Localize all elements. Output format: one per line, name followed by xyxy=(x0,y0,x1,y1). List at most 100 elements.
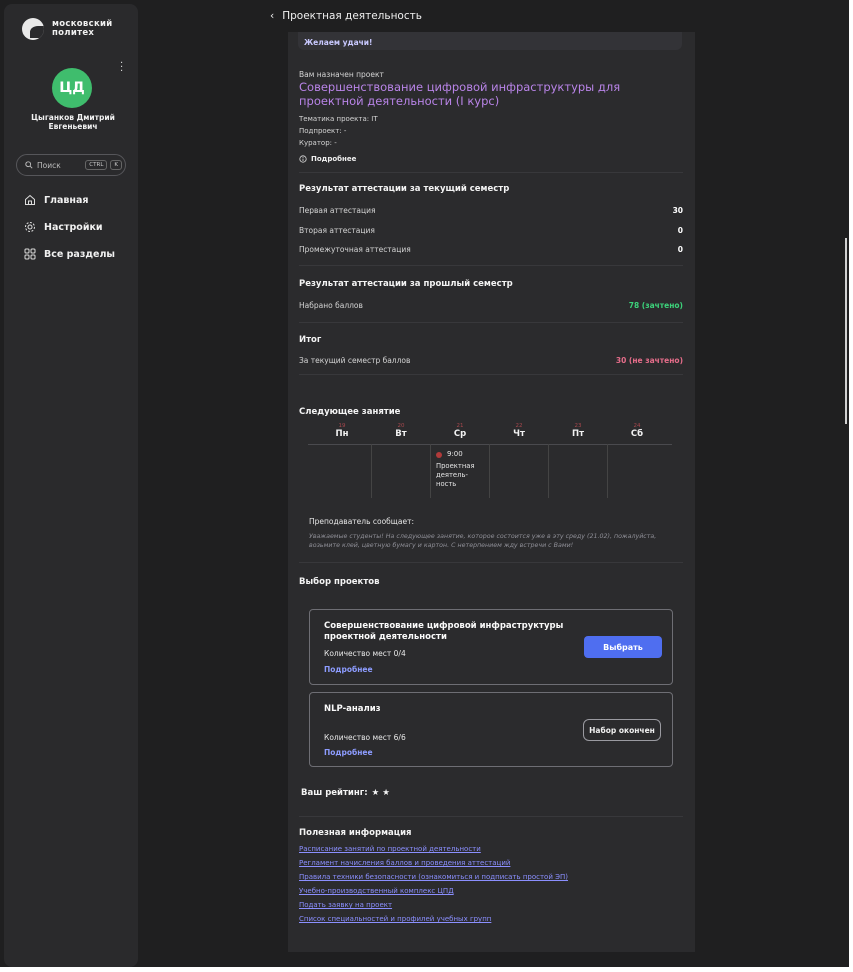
row-value: 0 xyxy=(677,226,683,235)
project-card-more-link[interactable]: Подробнее xyxy=(324,665,373,674)
calendar-event[interactable]: 9:00 Проектная деятель- ность xyxy=(436,450,475,489)
calendar-header-line xyxy=(308,444,672,445)
project-card-more-link[interactable]: Подробнее xyxy=(324,748,373,757)
search-icon xyxy=(25,161,33,169)
project-card-title: Совершенствование цифровой инфраструктур… xyxy=(324,621,564,642)
day-saturday[interactable]: 24 Сб xyxy=(607,423,667,439)
user-name-line-1: Цыганков Дмитрий xyxy=(31,113,115,122)
brand-name: московский политех xyxy=(52,20,113,38)
divider xyxy=(299,816,683,817)
project-curator: Куратор: - xyxy=(299,139,337,147)
project-more-link[interactable]: Подробнее xyxy=(299,155,356,163)
teacher-message-text: Уважаемые студенты! На следующее занятие… xyxy=(309,533,657,549)
rating-label: Ваш рейтинг: xyxy=(301,788,368,798)
divider xyxy=(299,172,683,173)
row-value: 0 xyxy=(677,245,683,254)
shortcut-ctrl: CTRL xyxy=(85,160,108,170)
calendar-grid-line xyxy=(607,444,608,498)
info-banner: Желаем удачи! xyxy=(298,32,682,50)
grid-icon xyxy=(24,248,36,260)
brand-logo[interactable]: московский политех xyxy=(22,18,113,40)
project-title: Совершенствование цифровой инфраструктур… xyxy=(299,80,621,108)
day-monday[interactable]: 19 Пн xyxy=(312,423,372,439)
more-label: Подробнее xyxy=(311,155,357,163)
sidebar-item-label: Все разделы xyxy=(44,248,116,260)
project-card-title: NLP-анализ xyxy=(324,704,381,714)
select-project-button[interactable]: Выбрать xyxy=(584,636,662,658)
useful-link-regulations[interactable]: Регламент начисления баллов и проведения… xyxy=(299,859,510,867)
gear-icon xyxy=(25,222,35,232)
divider xyxy=(299,562,683,563)
assigned-label: Вам назначен проект xyxy=(299,70,384,79)
status-pass: 78 (зачтено) xyxy=(628,301,683,310)
day-name: Пн xyxy=(335,429,349,439)
current-semester-title: Результат аттестации за текущий семестр xyxy=(299,184,510,194)
event-title-line-2: деятель- xyxy=(436,471,468,479)
attestation-row-intermediate: Промежуточная аттестация 0 xyxy=(299,245,683,254)
more-options-icon[interactable]: · · · xyxy=(120,59,123,77)
attestation-row-first: Первая аттестация 30 xyxy=(299,206,683,215)
day-wednesday[interactable]: 21 Ср xyxy=(430,423,490,439)
day-friday[interactable]: 23 Пт xyxy=(548,423,608,439)
day-thursday[interactable]: 22 Чт xyxy=(489,423,549,439)
project-card: NLP-анализ Количество мест 6/6 Подробнее… xyxy=(309,692,673,767)
app-window: московский политех · · · ЦД Цыганков Дмитр… xyxy=(0,0,849,967)
row-label: Вторая аттестация xyxy=(299,226,375,235)
day-name: Чт xyxy=(513,429,525,439)
sidebar-item-label: Настройки xyxy=(44,221,103,233)
useful-link-specialties[interactable]: Список специальностей и профилей учебных… xyxy=(299,915,491,923)
next-class-title: Следующее занятие xyxy=(299,407,401,417)
useful-link-safety[interactable]: Правила техники безопасности (ознакомить… xyxy=(299,873,568,881)
row-value: 30 xyxy=(672,206,683,215)
calendar-grid-line xyxy=(489,444,490,498)
total-score-row: За текущий семестр баллов 30 (не зачтено) xyxy=(299,356,683,365)
calendar-grid-line xyxy=(548,444,549,498)
divider xyxy=(299,322,683,323)
user-name: Цыганков Дмитрий Евгеньевич xyxy=(14,113,132,131)
row-label: Промежуточная аттестация xyxy=(299,245,411,254)
projects-title: Выбор проектов xyxy=(299,577,380,587)
logo-icon xyxy=(22,18,44,40)
day-name: Вт xyxy=(395,429,407,439)
row-label: Первая аттестация xyxy=(299,206,376,215)
project-card-seats: Количество мест 0/4 xyxy=(324,649,406,658)
sidebar: московский политех · · · ЦД Цыганков Дмитр… xyxy=(4,4,138,967)
main-panel: Желаем удачи! Вам назначен проект Соверш… xyxy=(288,32,695,952)
info-icon xyxy=(299,155,307,163)
teacher-message-title: Преподаватель сообщает: xyxy=(309,517,414,526)
calendar-grid-line xyxy=(371,444,372,498)
useful-link-schedule[interactable]: Расписание занятий по проектной деятельн… xyxy=(299,845,481,853)
rating-stars: ★ ★ xyxy=(371,788,390,798)
sidebar-item-all-sections[interactable]: Все разделы xyxy=(24,248,115,260)
search-input[interactable]: Поиск CTRL K xyxy=(16,154,126,176)
project-card-seats: Количество мест 6/6 xyxy=(324,733,406,742)
home-icon xyxy=(25,194,35,205)
useful-link-apply[interactable]: Подать заявку на проект xyxy=(299,901,392,909)
scrollbar[interactable] xyxy=(845,238,847,424)
divider xyxy=(299,374,683,375)
event-title-line-3: ность xyxy=(436,480,457,488)
calendar-grid-line xyxy=(430,444,431,498)
day-tuesday[interactable]: 20 Вт xyxy=(371,423,431,439)
useful-link-complex[interactable]: Учебно-производственный комплекс ЦПД xyxy=(299,887,454,895)
status-fail: 30 (не зачтено) xyxy=(615,356,683,365)
banner-text: Желаем удачи! xyxy=(304,38,373,47)
day-name: Пт xyxy=(571,429,585,439)
previous-score-row: Набрано баллов 78 (зачтено) xyxy=(299,301,683,310)
event-dot-icon xyxy=(436,451,442,458)
back-chevron-icon[interactable]: ‹ xyxy=(270,10,274,22)
sidebar-item-settings[interactable]: Настройки xyxy=(24,221,103,233)
sidebar-item-label: Главная xyxy=(44,194,89,206)
day-name: Ср xyxy=(453,429,467,439)
previous-semester-title: Результат аттестации за прошлый семестр xyxy=(299,279,513,289)
enrollment-closed-button: Набор окончен xyxy=(583,719,661,741)
search-placeholder: Поиск xyxy=(37,160,61,170)
row-label: За текущий семестр баллов xyxy=(299,356,411,365)
shortcut-k: K xyxy=(110,160,122,170)
event-time: 9:00 xyxy=(447,450,463,458)
brand-line-2: политех xyxy=(52,28,95,38)
rating: Ваш рейтинг: ★ ★ xyxy=(301,788,390,798)
attestation-row-second: Вторая аттестация 0 xyxy=(299,226,683,235)
avatar[interactable]: ЦД xyxy=(52,68,92,108)
sidebar-item-home[interactable]: Главная xyxy=(24,194,89,206)
